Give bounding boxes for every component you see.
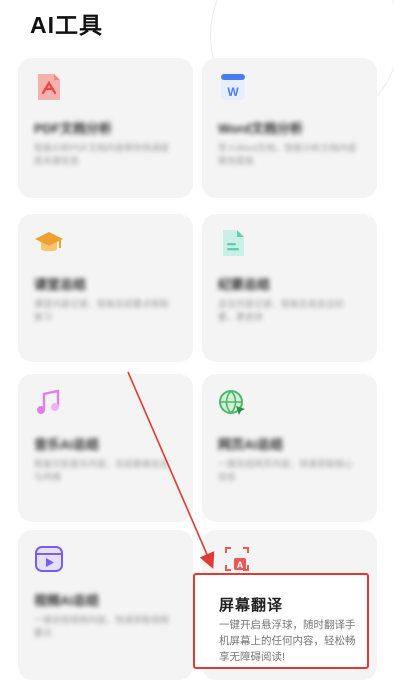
tool-card-web-summary[interactable]: 网页AI总结 一键总结网页内容，快速获取核心信息 xyxy=(202,374,377,522)
tool-card-word[interactable]: W Word文档分析 导入Word文档，智能分析文档内容帮你提炼 xyxy=(202,58,377,198)
tool-card-minutes-summary[interactable]: 纪要总结 会议内容记录，智能生成会议纪要，更高效 xyxy=(202,214,377,362)
globe-icon xyxy=(218,388,248,418)
music-note-icon xyxy=(34,388,64,418)
tool-name: PDF文档分析 xyxy=(34,121,113,136)
tool-name: 网页AI总结 xyxy=(218,437,284,452)
tool-desc: 导入Word文档，智能分析文档内容帮你提炼 xyxy=(218,143,357,166)
pdf-icon xyxy=(34,72,64,102)
document-icon xyxy=(218,228,248,258)
translate-name: 屏幕翻译 xyxy=(219,597,284,614)
svg-text:A: A xyxy=(237,560,244,570)
tool-desc: 智能识别音乐内容，总结歌曲信息与风格 xyxy=(34,459,170,482)
tool-name: Word文档分析 xyxy=(218,121,303,136)
page-title: AI工具 xyxy=(30,12,103,38)
tool-card-music-summary[interactable]: 音乐AI总结 智能识别音乐内容，总结歌曲信息与风格 xyxy=(18,374,193,522)
tool-name: 纪要总结 xyxy=(218,277,271,292)
tool-desc: 课堂内容记录，智能总结要点帮助复习 xyxy=(34,299,170,322)
ai-tools-page: AI工具 PDF文档分析 智能分析PDF文档内容帮你快速提炼关键信息 W Wor… xyxy=(0,0,394,699)
graduation-cap-icon xyxy=(34,228,64,258)
tool-card-class-summary[interactable]: 课堂总结 课堂内容记录，智能总结要点帮助复习 xyxy=(18,214,193,362)
tool-desc: 会议内容记录，智能生成会议纪要，更高效 xyxy=(218,299,345,322)
tool-card-video-summary[interactable]: 视频AI总结 一键总结视频内容，快速获取视频要点 xyxy=(18,530,193,680)
tool-desc: 一键总结视频内容，快速获取视频要点 xyxy=(34,615,170,638)
tool-name: 视频AI总结 xyxy=(34,593,100,608)
tool-name: 课堂总结 xyxy=(34,277,87,292)
tool-desc: 智能分析PDF文档内容帮你快速提炼关键信息 xyxy=(34,143,170,166)
video-play-icon xyxy=(34,544,64,574)
screen-translate-highlight[interactable]: 屏幕翻译 一键开启悬浮球，随时翻译手机屏幕上的任何内容，轻松畅享无障碍阅读! xyxy=(193,573,369,669)
tool-name: 音乐AI总结 xyxy=(34,437,100,452)
tool-desc: 一键总结网页内容，快速获取核心信息 xyxy=(218,459,354,482)
word-icon: W xyxy=(218,72,248,102)
translate-desc: 一键开启悬浮球，随时翻译手机屏幕上的任何内容，轻松畅享无障碍阅读! xyxy=(219,619,356,663)
svg-text:W: W xyxy=(227,85,239,99)
screen-translate-icon: A xyxy=(222,544,252,574)
tool-card-pdf[interactable]: PDF文档分析 智能分析PDF文档内容帮你快速提炼关键信息 xyxy=(18,58,193,198)
